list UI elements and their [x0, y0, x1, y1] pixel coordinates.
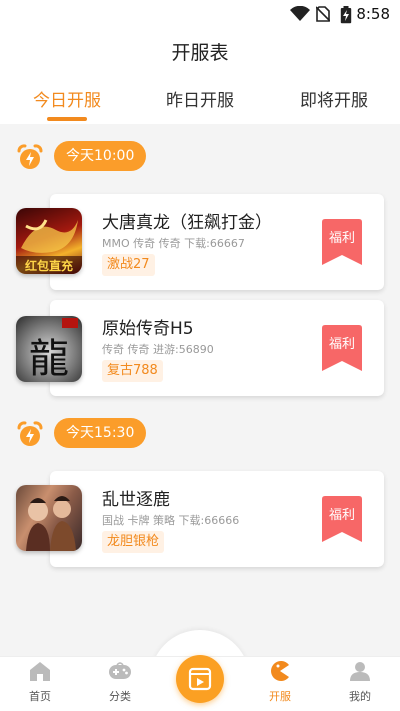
game-name: 乱世逐鹿 — [102, 490, 170, 510]
server-tag: 复古788 — [102, 360, 163, 382]
tab-yesterday[interactable]: 昨日开服 — [145, 86, 255, 111]
status-bar: 8:58 — [0, 0, 400, 28]
nav-label: 我的 — [349, 690, 371, 703]
nav-label: 分类 — [109, 690, 131, 703]
welfare-badge[interactable]: 福利 — [322, 325, 362, 371]
welfare-badge[interactable]: 福利 — [322, 496, 362, 542]
game-thumbnail: 红包直充 — [16, 208, 82, 274]
tab-today[interactable]: 今日开服 — [12, 86, 122, 111]
welfare-badge[interactable]: 福利 — [322, 219, 362, 265]
time-pill: 今天10:00 — [54, 141, 147, 171]
pacman-icon — [271, 661, 289, 681]
tab-bar: 今日开服 昨日开服 即将开服 — [0, 84, 400, 124]
time-pill: 今天15:30 — [54, 418, 147, 448]
server-tag: 激战27 — [102, 254, 155, 276]
game-name: 原始传奇H5 — [102, 319, 194, 339]
user-icon — [350, 662, 370, 681]
game-meta: 国战 卡牌 策略 下载:66666 — [102, 514, 240, 527]
page-title: 开服表 — [171, 42, 229, 64]
alarm-clock-icon — [17, 144, 43, 169]
page-header: 开服表 今日开服 昨日开服 即将开服 — [0, 28, 400, 124]
active-tab-indicator — [47, 117, 87, 121]
thumbnail-glyph: 龍 — [29, 336, 69, 382]
nav-category[interactable]: 分类 — [90, 660, 150, 704]
game-art — [26, 496, 76, 551]
game-card[interactable]: 乱世逐鹿 国战 卡牌 策略 下载:66666 龙胆银枪 福利 — [16, 471, 384, 567]
game-meta: MMO 传奇 传奇 下载:66667 — [102, 237, 245, 250]
nav-label: 开服 — [269, 690, 291, 703]
gamepad-icon — [109, 662, 131, 679]
wifi-icon — [290, 6, 310, 21]
nav-home[interactable]: 首页 — [10, 660, 70, 704]
nav-profile[interactable]: 我的 — [330, 660, 390, 704]
clock-time: 8:58 — [356, 5, 390, 23]
game-card[interactable]: 龍 原始传奇H5 传奇 传奇 进游:56890 复古788 福利 — [16, 300, 384, 396]
game-meta: 传奇 传奇 进游:56890 — [102, 343, 214, 356]
welfare-label: 福利 — [328, 337, 355, 352]
battery-icon — [340, 6, 352, 24]
server-tag: 龙胆银枪 — [102, 531, 165, 553]
game-name: 大唐真龙（狂飙打金） — [102, 213, 272, 233]
home-icon — [30, 662, 50, 681]
no-sim-icon — [316, 6, 330, 22]
nav-label: 首页 — [29, 690, 51, 703]
game-card[interactable]: 红包直充 大唐真龙（狂飙打金） MMO 传奇 传奇 下载:66667 激战27 … — [16, 194, 384, 290]
nav-server-list[interactable]: 开服 — [250, 660, 310, 704]
seal-mark — [62, 318, 78, 328]
nav-video-button[interactable] — [176, 655, 224, 703]
game-thumbnail — [16, 485, 82, 551]
game-thumbnail: 龍 — [16, 316, 82, 382]
tab-upcoming[interactable]: 即将开服 — [279, 86, 389, 111]
video-icon — [188, 667, 212, 691]
welfare-label: 福利 — [328, 508, 355, 523]
welfare-label: 福利 — [328, 231, 355, 246]
alarm-clock-icon — [17, 421, 43, 446]
thumbnail-caption: 红包直充 — [24, 259, 73, 273]
